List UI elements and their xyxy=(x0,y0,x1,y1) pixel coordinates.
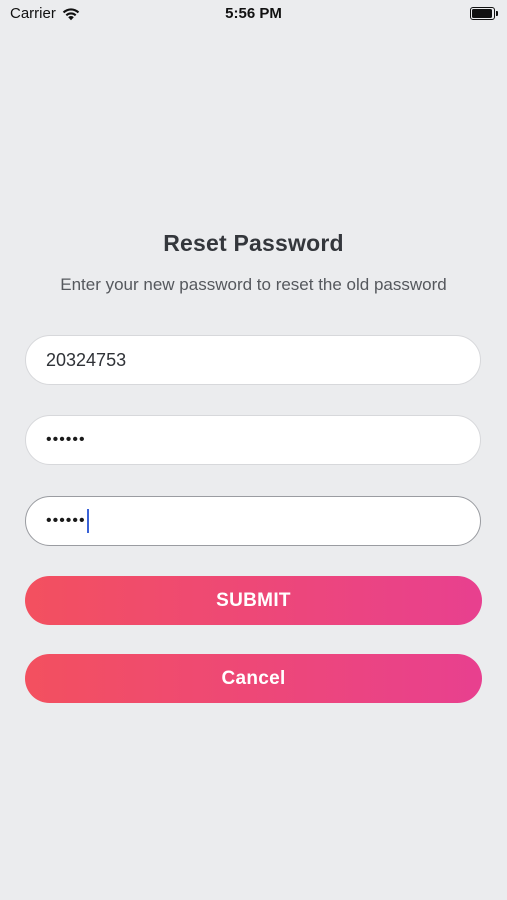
confirm-password-field[interactable]: •••••• xyxy=(25,496,481,546)
battery-icon xyxy=(470,7,498,20)
status-time: 5:56 PM xyxy=(225,5,282,22)
new-password-value: •••••• xyxy=(46,431,86,448)
text-caret xyxy=(86,509,89,533)
page-subtitle: Enter your new password to reset the old… xyxy=(60,275,447,294)
username-value: 20324753 xyxy=(46,349,127,370)
confirm-password-value: •••••• xyxy=(46,512,86,529)
username-field[interactable]: 20324753 xyxy=(25,335,481,385)
page-title: Reset Password xyxy=(163,230,344,256)
status-bar: Carrier 5:56 PM xyxy=(0,0,507,28)
cancel-button[interactable]: Cancel xyxy=(25,654,482,703)
submit-button[interactable]: SUBMIT xyxy=(25,576,482,625)
new-password-field[interactable]: •••••• xyxy=(25,415,481,465)
